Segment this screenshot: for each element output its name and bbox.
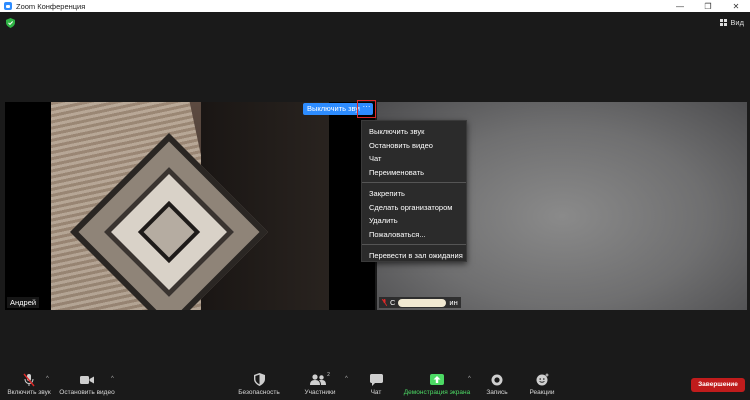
grid-view-icon [720,19,728,26]
reactions-button[interactable]: Реакции [527,372,557,400]
video-camera-icon [80,375,94,384]
participant-name-tag: Андрей [7,297,40,308]
menu-item-report[interactable]: Пожаловаться... [362,228,466,242]
record-label: Запись [486,389,508,396]
chat-button[interactable]: Чат [365,372,387,400]
security-shield-icon [253,373,265,386]
participants-label: Участники [304,389,336,396]
participant-context-menu: Выключить звук Остановить видео Чат Пере… [361,120,467,262]
end-meeting-button[interactable]: Завершение [691,378,745,392]
chat-label: Чат [370,389,382,396]
share-screen-label: Демонстрация экрана [403,389,471,396]
video-options-caret[interactable]: ^ [111,376,114,382]
meeting-top-bar: Вид [0,12,750,34]
close-button[interactable]: ✕ [722,0,750,12]
smiley-reaction-icon [536,373,548,386]
stop-video-button[interactable]: Остановить видео [58,372,116,400]
menu-item-waiting-room[interactable]: Перевести в зал ожидания [362,249,466,263]
muted-microphone-icon [23,373,35,386]
chat-bubble-icon [369,373,383,386]
view-button[interactable]: Вид [720,18,744,27]
participant-name-start: С [390,298,396,307]
title-bar: Zoom Конференция — ❐ ✕ [0,0,750,12]
participant-name-end: ин [449,298,458,307]
zoom-app-icon [4,2,12,10]
menu-item-rename[interactable]: Переименовать [362,166,466,180]
menu-item-stop-video[interactable]: Остановить видео [362,139,466,153]
menu-item-make-host[interactable]: Сделать организатором [362,201,466,215]
participants-icon [310,374,327,385]
view-label: Вид [730,18,744,27]
reactions-label: Реакции [529,389,555,396]
muted-mic-icon [382,299,387,306]
share-screen-button[interactable]: Демонстрация экрана [402,372,472,400]
video-tile-left[interactable]: Андрей [5,102,375,310]
security-button[interactable]: Безопасность [236,372,282,400]
stop-video-label: Остановить видео [59,389,115,396]
security-label: Безопасность [238,389,280,396]
unmute-label: Включить звук [7,389,51,396]
audio-options-caret[interactable]: ^ [46,376,49,382]
menu-item-mute[interactable]: Выключить звук [362,125,466,139]
record-button[interactable]: Запись [484,372,510,400]
shield-icon[interactable] [6,18,15,28]
minimize-button[interactable]: — [666,0,694,12]
record-icon [491,374,503,385]
participants-options-caret[interactable]: ^ [345,376,348,382]
menu-separator [362,244,466,245]
restore-button[interactable]: ❐ [694,0,722,12]
name-redaction [398,298,447,307]
participant-name: Андрей [10,298,37,307]
participants-button[interactable]: 2 Участники [300,372,340,400]
menu-item-chat[interactable]: Чат [362,152,466,166]
menu-separator [362,182,466,183]
window-title: Zoom Конференция [16,1,86,11]
share-options-caret[interactable]: ^ [468,376,471,382]
participants-count: 2 [327,372,330,378]
participant-name-tag: С ин [379,297,461,308]
share-screen-icon [430,374,444,385]
more-options-button[interactable]: ··· [360,103,373,115]
menu-item-pin[interactable]: Закрепить [362,187,466,201]
video-feed [51,102,329,310]
menu-item-remove[interactable]: Удалить [362,214,466,228]
meeting-toolbar: Включить звук ^ Остановить видео ^ Безоп… [0,363,750,400]
